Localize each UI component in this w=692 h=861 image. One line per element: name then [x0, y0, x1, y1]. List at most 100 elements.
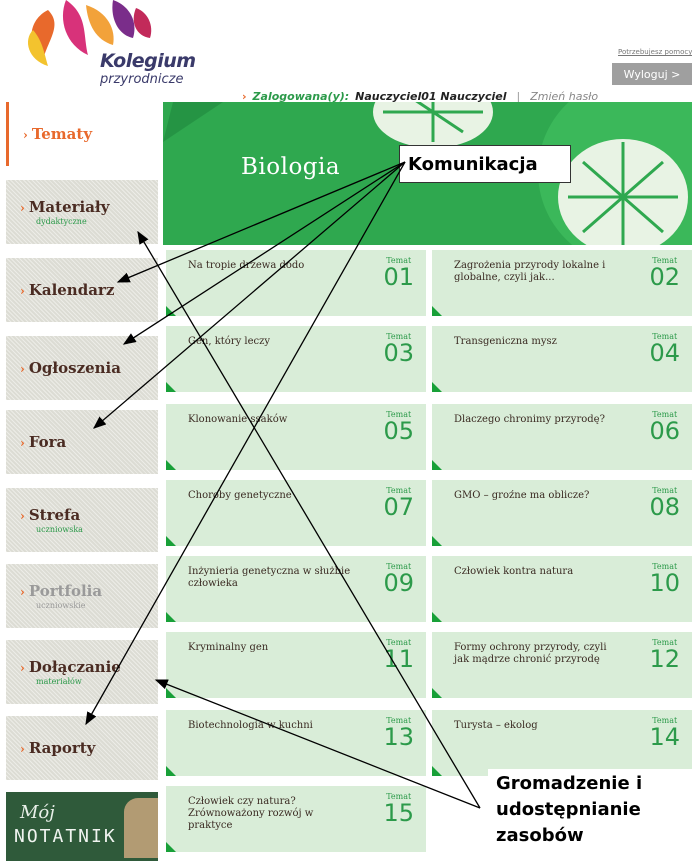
topic-number: 10	[649, 569, 680, 597]
chevron-right-icon: ›	[20, 201, 25, 215]
notatnik-line1: Mój	[20, 802, 55, 823]
topic-number: 15	[383, 799, 414, 827]
sidebar-item-ogloszenia[interactable]: › Ogłoszenia	[6, 336, 158, 400]
topic-title: Inżynieria genetyczna w służbie człowiek…	[188, 566, 351, 589]
topic-tile[interactable]: Choroby genetyczne Temat 07	[166, 480, 426, 546]
topic-number: 08	[649, 493, 680, 521]
chevron-right-icon: ›	[20, 661, 25, 675]
topic-title: Klonowanie ssaków	[188, 414, 288, 425]
topic-number: 06	[649, 417, 680, 445]
sidebar-item-kalendarz[interactable]: › Kalendarz	[6, 258, 158, 322]
topic-title: Człowiek czy natura? Zrównoważony rozwój…	[188, 796, 314, 831]
topic-tile[interactable]: Kryminalny gen Temat 11	[166, 632, 426, 698]
annotation-komunikacja: Komunikacja	[399, 145, 571, 183]
topic-title: Turysta – ekolog	[454, 720, 538, 731]
chevron-right-icon: ›	[20, 742, 25, 756]
topic-tile[interactable]: Formy ochrony przyrody, czyli jak mądrze…	[432, 632, 692, 698]
sidebar-item-sublabel: dydaktyczne	[36, 217, 87, 226]
annotation-line: zasobów	[496, 825, 584, 846]
sidebar-item-tematy[interactable]: › Tematy	[6, 102, 158, 166]
sidebar-item-fora[interactable]: › Fora	[6, 410, 158, 474]
sidebar-item-strefa[interactable]: › Strefa uczniowska	[6, 488, 158, 552]
sidebar-item-label: Materiały	[28, 198, 110, 216]
sidebar-item-dolaczanie[interactable]: › Dołączanie materiałów	[6, 640, 158, 704]
sidebar-item-sublabel: materiałów	[36, 677, 82, 686]
annotation-line: udostępnianie	[496, 799, 641, 820]
sidebar-item-portfolia[interactable]: › Portfolia uczniowskie	[6, 564, 158, 628]
corner-icon	[166, 842, 176, 852]
notatnik-line2: NOTATNIK	[14, 826, 117, 847]
topic-number: 05	[383, 417, 414, 445]
sidebar-item-sublabel: uczniowska	[36, 525, 83, 534]
topic-title: Dlaczego chronimy przyrodę?	[454, 414, 605, 425]
sidebar-item-label: Portfolia	[28, 582, 103, 600]
topic-tile[interactable]: Zagrożenia przyrody lokalne i globalne, …	[432, 250, 692, 316]
topic-number: 03	[383, 339, 414, 367]
chevron-right-icon: ›	[20, 509, 25, 523]
corner-icon	[432, 460, 442, 470]
topic-number: 02	[649, 263, 680, 291]
help-link[interactable]: Potrzebujesz pomocy?	[618, 48, 692, 56]
chevron-right-icon: ›	[20, 284, 25, 298]
corner-icon	[432, 536, 442, 546]
topic-number: 13	[383, 723, 414, 751]
topic-tile[interactable]: GMO – groźne ma oblicze? Temat 08	[432, 480, 692, 546]
topic-title: Biotechnologia w kuchni	[188, 720, 313, 731]
corner-icon	[432, 382, 442, 392]
topic-number: 14	[649, 723, 680, 751]
corner-icon	[166, 306, 176, 316]
chevron-right-icon: ›	[20, 585, 25, 599]
topic-tile[interactable]: Człowiek kontra natura Temat 10	[432, 556, 692, 622]
topic-tile[interactable]: Na tropie drzewa dodo Temat 01	[166, 250, 426, 316]
corner-icon	[166, 536, 176, 546]
sidebar-item-label: Strefa	[28, 506, 81, 524]
topic-number: 12	[649, 645, 680, 673]
topic-title: Transgeniczna mysz	[454, 336, 557, 347]
topic-tile[interactable]: Transgeniczna mysz Temat 04	[432, 326, 692, 392]
sidebar-item-materialy[interactable]: › Materiały dydaktyczne	[6, 180, 158, 244]
corner-icon	[166, 382, 176, 392]
topic-number: 07	[383, 493, 414, 521]
topic-title: Człowiek kontra natura	[454, 566, 574, 577]
corner-icon	[432, 306, 442, 316]
topic-tile[interactable]: Klonowanie ssaków Temat 05	[166, 404, 426, 470]
chevron-right-icon: ›	[20, 362, 25, 376]
corner-icon	[432, 766, 442, 776]
sidebar-item-label: Ogłoszenia	[28, 359, 121, 377]
topic-title: Kryminalny gen	[188, 642, 269, 653]
topic-tile[interactable]: Inżynieria genetyczna w służbie człowiek…	[166, 556, 426, 622]
sidebar-item-sublabel: uczniowskie	[36, 601, 86, 610]
logo-title: Kolegium	[100, 50, 196, 72]
topic-number: 11	[383, 645, 414, 673]
topic-tile[interactable]: Turysta – ekolog Temat 14	[432, 710, 692, 776]
corner-icon	[432, 688, 442, 698]
sidebar-item-label: Dołączanie	[28, 658, 121, 676]
annotation-line: Gromadzenie i	[496, 773, 643, 794]
subject-title: Biologia	[241, 154, 341, 180]
notatnik-button[interactable]: Mój NOTATNIK	[6, 792, 158, 861]
corner-icon	[432, 612, 442, 622]
topic-tile[interactable]: Dlaczego chronimy przyrodę? Temat 06	[432, 404, 692, 470]
topic-number: 04	[649, 339, 680, 367]
logo[interactable]: Kolegium przyrodnicze	[18, 0, 198, 100]
annotation-gromadzenie: Gromadzenie i udostępnianie zasobów	[488, 769, 692, 859]
chevron-right-icon: ›	[23, 128, 28, 142]
topic-tile[interactable]: Biotechnologia w kuchni Temat 13	[166, 710, 426, 776]
topic-tile[interactable]: Gen, który leczy Temat 03	[166, 326, 426, 392]
logo-subtitle: przyrodnicze	[100, 72, 184, 87]
topic-title: Gen, który leczy	[188, 336, 271, 347]
corner-icon	[166, 688, 176, 698]
sidebar-item-raporty[interactable]: › Raporty	[6, 716, 158, 780]
topic-tile[interactable]: Człowiek czy natura? Zrównoważony rozwój…	[166, 786, 426, 852]
sidebar-item-label: Kalendarz	[28, 281, 115, 299]
corner-icon	[166, 612, 176, 622]
sidebar-item-label: Fora	[28, 433, 67, 451]
topic-title: Na tropie drzewa dodo	[188, 260, 305, 271]
logout-button[interactable]: Wyloguj >	[612, 63, 692, 85]
sidebar-item-label: Tematy	[31, 125, 93, 143]
topic-title: GMO – groźne ma oblicze?	[454, 490, 590, 501]
sidebar-item-label: Raporty	[28, 739, 96, 757]
topic-number: 01	[383, 263, 414, 291]
topic-number: 09	[383, 569, 414, 597]
hand-icon	[124, 798, 158, 858]
